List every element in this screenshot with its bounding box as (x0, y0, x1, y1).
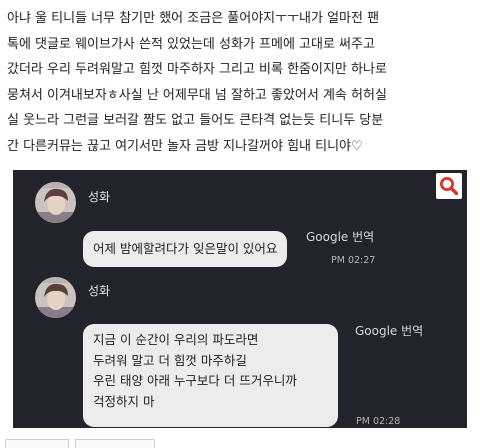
sender-avatar (35, 277, 76, 318)
toolbar-button[interactable] (5, 439, 69, 448)
avatar-photo (35, 277, 76, 318)
search-icon (440, 177, 459, 196)
sender-name: 성화 (88, 190, 111, 204)
post-body-text: 아냐 울 티니들 너무 참기만 했어 조금은 풀어야지ㅜㅜ내가 얼마전 팬 톡에… (7, 11, 387, 154)
bottom-toolbar-strip (0, 437, 480, 448)
message-bubble: 어제 밤에할려다가 잊은말이 있어요 (83, 231, 288, 267)
search-button[interactable] (436, 173, 462, 199)
google-translate-link[interactable]: Google 번역 (355, 322, 423, 339)
message-bubble: 지금 이 순간이 우리의 파도라면 두려워 말고 더 힘껏 마주하길 우린 태양… (83, 324, 338, 427)
message-time: PM 02:28 (356, 416, 401, 427)
chat-screenshot: 성화 어제 밤에할려다가 잊은말이 있어요 Google 번역 PM 02:27… (13, 170, 467, 428)
toolbar-button[interactable] (75, 439, 155, 448)
sender-name: 성화 (88, 284, 111, 298)
avatar-photo (35, 182, 76, 223)
google-translate-link[interactable]: Google 번역 (306, 228, 374, 245)
message-time: PM 02:27 (331, 255, 376, 266)
sender-avatar (35, 182, 76, 223)
